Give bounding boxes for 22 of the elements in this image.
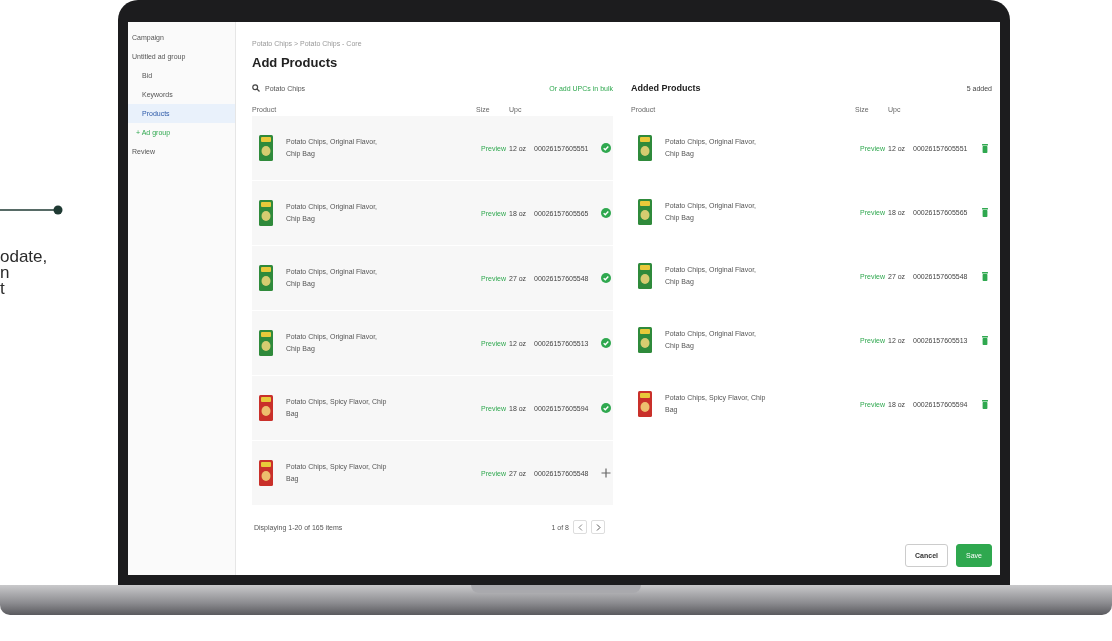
panel-title: Added Products [631, 83, 701, 93]
trash-icon[interactable] [982, 207, 988, 217]
check-circle-icon[interactable] [601, 338, 611, 348]
leader-line [0, 205, 64, 215]
trash-icon[interactable] [982, 271, 988, 281]
trash-icon[interactable] [982, 335, 988, 345]
check-circle-icon[interactable] [601, 273, 611, 283]
trash-icon[interactable] [982, 399, 988, 409]
search-icon [252, 84, 260, 92]
chevron-right-icon [595, 523, 601, 531]
plus-icon[interactable] [601, 468, 611, 478]
trash-icon[interactable] [982, 143, 988, 153]
chevron-left-icon [577, 523, 583, 531]
check-circle-icon[interactable] [601, 208, 611, 218]
previous-page-button[interactable] [573, 520, 587, 534]
caption-text: t [0, 281, 6, 297]
page-title: Add Products [252, 55, 339, 70]
check-circle-icon[interactable] [601, 403, 611, 413]
next-page-button[interactable] [591, 520, 605, 534]
caption-text: n [0, 265, 10, 281]
caption-text: odate, [0, 249, 49, 265]
check-circle-icon[interactable] [601, 143, 611, 153]
